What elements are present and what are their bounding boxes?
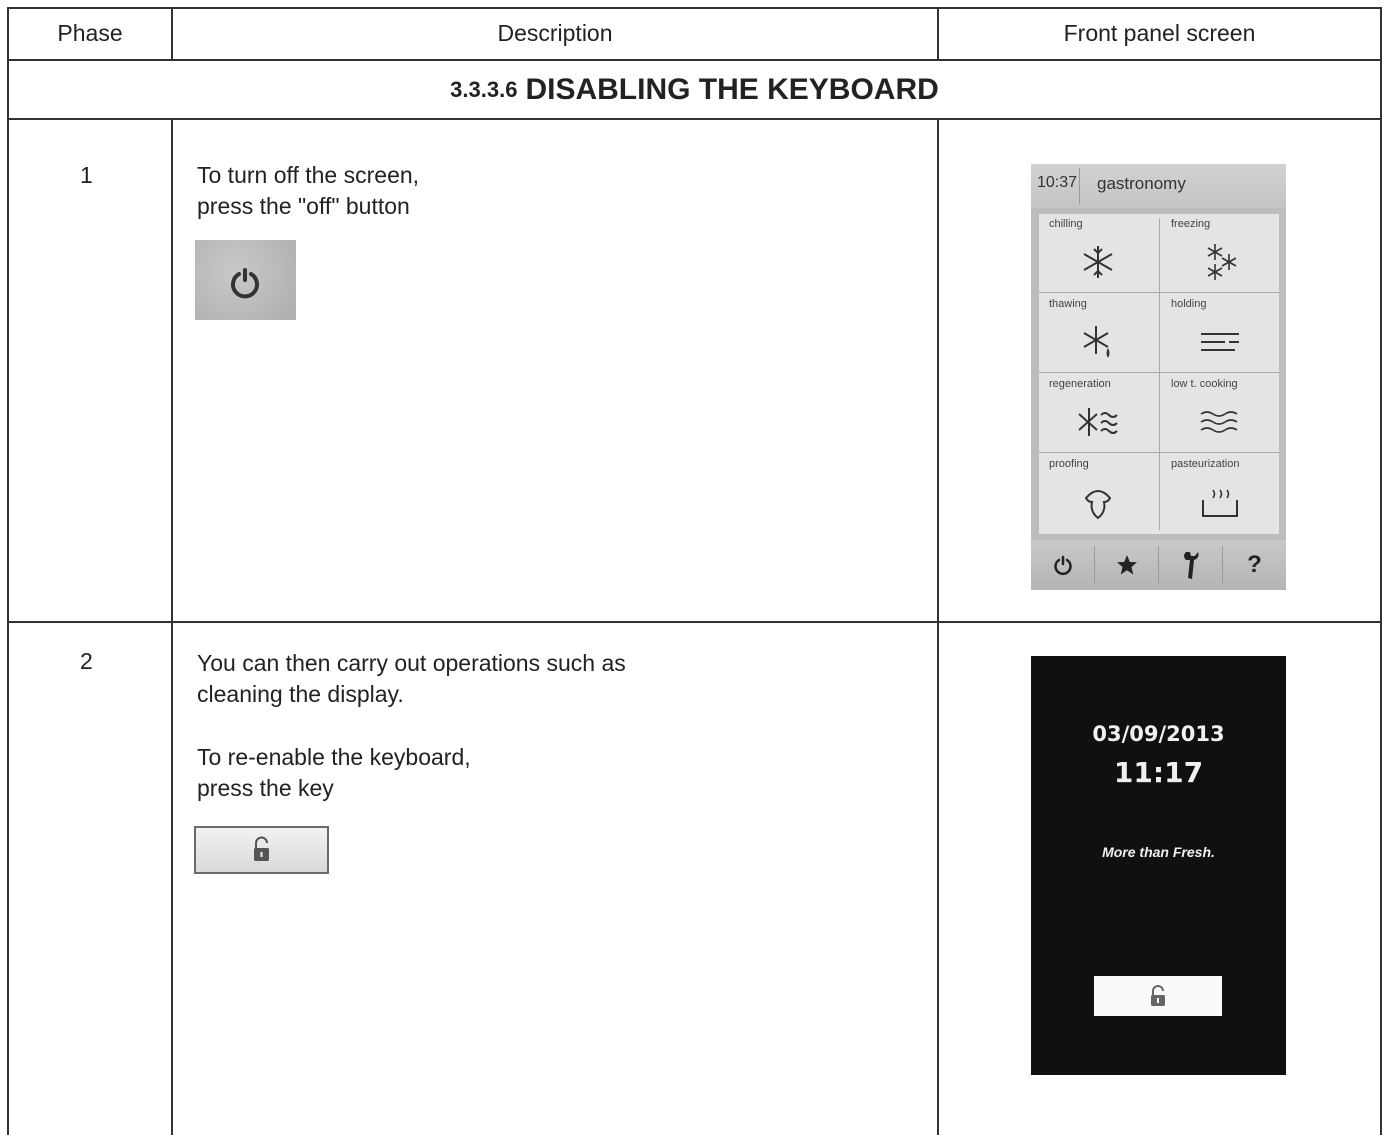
holding-icon bbox=[1201, 333, 1239, 351]
dough-icon bbox=[1084, 490, 1112, 520]
function-label: low t. cooking bbox=[1171, 378, 1238, 390]
function-holding[interactable]: holding bbox=[1161, 294, 1279, 374]
regeneration-icon bbox=[1078, 408, 1118, 436]
double-snowflake-icon bbox=[1207, 244, 1237, 280]
section-title: 3.3.3.6 DISABLING THE KEYBOARD bbox=[7, 61, 1382, 119]
favorites-button[interactable] bbox=[1095, 540, 1158, 590]
panel-top-bar: 10:37 gastronomy bbox=[1031, 164, 1286, 208]
row2-line2: cleaning the display. bbox=[197, 681, 404, 707]
power-icon bbox=[231, 268, 259, 299]
divider bbox=[1079, 168, 1080, 204]
help-icon: ? bbox=[1247, 551, 1262, 578]
function-thawing[interactable]: thawing bbox=[1039, 294, 1157, 374]
row2-line3: To re-enable the keyboard, bbox=[197, 744, 471, 770]
function-label: proofing bbox=[1049, 458, 1089, 470]
row1-line2: press the "off" button bbox=[197, 193, 410, 219]
padlock-icon bbox=[1151, 985, 1165, 1006]
function-freezing[interactable]: freezing bbox=[1161, 214, 1279, 294]
standby-slogan: More than Fresh. bbox=[1102, 844, 1215, 860]
section-number: 3.3.3.6 bbox=[450, 77, 518, 102]
phase-number: 1 bbox=[80, 162, 93, 188]
grid-rule bbox=[1159, 218, 1160, 530]
standby-time: 11:17 bbox=[1113, 756, 1204, 789]
standby-date: 03/09/2013 bbox=[1092, 722, 1225, 746]
header-screen: Front panel screen bbox=[1063, 19, 1256, 46]
unlock-key-image bbox=[194, 826, 329, 874]
help-button[interactable]: ? bbox=[1223, 540, 1286, 590]
thaw-icon bbox=[1083, 326, 1110, 358]
row1-line1: To turn off the screen, bbox=[197, 162, 420, 188]
col-divider bbox=[937, 118, 939, 1135]
function-chilling[interactable]: chilling bbox=[1039, 214, 1157, 294]
function-regeneration[interactable]: regeneration bbox=[1039, 374, 1157, 454]
function-pasteurization[interactable]: pasteurization bbox=[1161, 454, 1279, 534]
pot-steam-icon bbox=[1202, 489, 1238, 517]
panel-mode-title: gastronomy bbox=[1097, 174, 1186, 193]
function-label: holding bbox=[1171, 298, 1207, 310]
star-icon bbox=[1116, 555, 1137, 575]
settings-button[interactable] bbox=[1159, 540, 1222, 590]
padlock-icon bbox=[254, 836, 269, 861]
function-low-t-cooking[interactable]: low t. cooking bbox=[1161, 374, 1279, 454]
col-divider bbox=[171, 118, 173, 1135]
power-button[interactable] bbox=[1031, 540, 1094, 590]
function-label: thawing bbox=[1049, 298, 1087, 310]
off-button-image bbox=[195, 240, 296, 320]
panel-bottom-bar: ? bbox=[1031, 540, 1286, 590]
function-label: pasteurization bbox=[1171, 458, 1240, 470]
header-phase: Phase bbox=[57, 19, 123, 46]
panel-clock: 10:37 bbox=[1037, 174, 1078, 191]
function-label: regeneration bbox=[1049, 378, 1111, 390]
function-label: chilling bbox=[1049, 218, 1083, 230]
unlock-button[interactable] bbox=[1094, 976, 1222, 1016]
power-icon bbox=[1053, 555, 1072, 576]
waves-icon bbox=[1200, 411, 1238, 433]
header-description: Description bbox=[497, 19, 613, 46]
row2-line4: press the key bbox=[197, 775, 334, 801]
row-rule bbox=[7, 621, 1382, 623]
function-label: freezing bbox=[1171, 218, 1211, 230]
row2-line1: You can then carry out operations such a… bbox=[197, 650, 626, 676]
phase-number: 2 bbox=[80, 648, 93, 674]
wrench-icon bbox=[1183, 552, 1198, 579]
front-panel-menu-screen: 10:37 gastronomy chilling freezing thawi… bbox=[1031, 164, 1286, 590]
snowflake-icon bbox=[1083, 246, 1113, 278]
function-proofing[interactable]: proofing bbox=[1039, 454, 1157, 534]
front-panel-standby-screen: 03/09/2013 11:17 More than Fresh. bbox=[1031, 656, 1286, 1075]
section-heading: DISABLING THE KEYBOARD bbox=[525, 73, 939, 106]
